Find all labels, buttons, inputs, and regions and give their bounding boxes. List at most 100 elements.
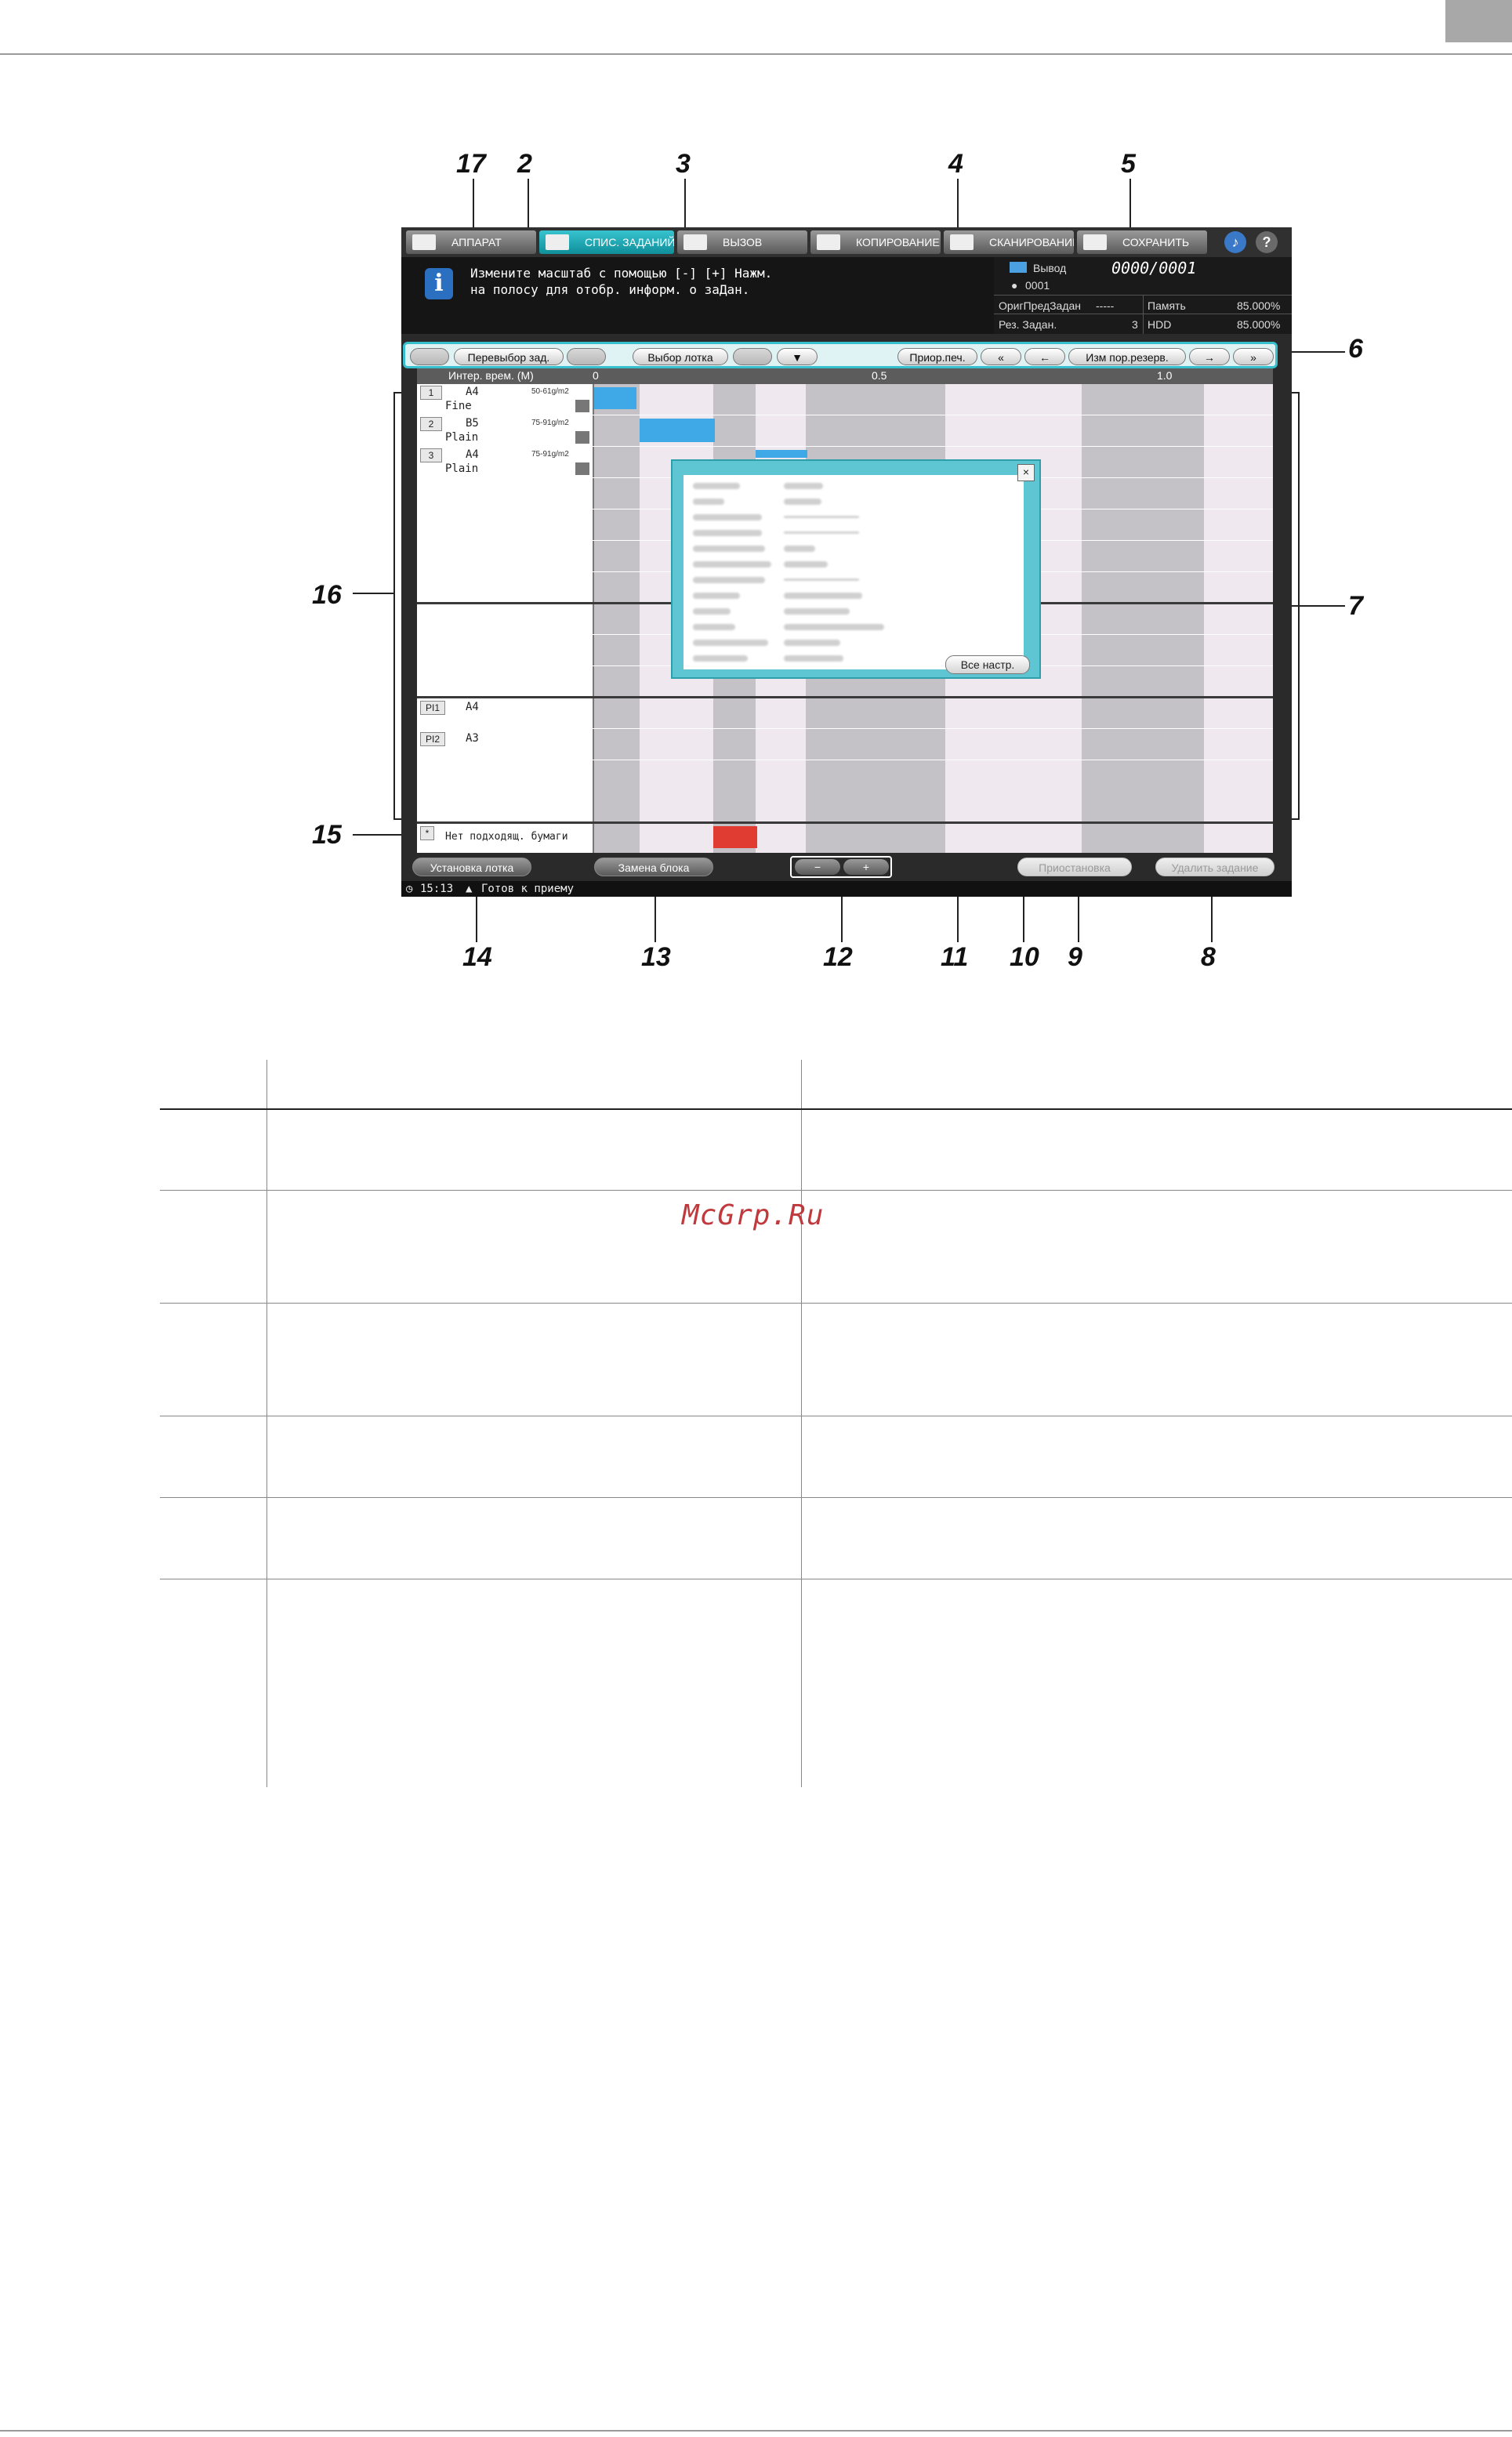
- clock-icon: ◷: [406, 883, 413, 895]
- zoom-in-icon[interactable]: +: [843, 859, 889, 875]
- tray-size: A4: [466, 448, 479, 461]
- blurred-text: [693, 640, 768, 646]
- blurred-text: [784, 499, 821, 505]
- blurred-text: [784, 561, 828, 568]
- zoom-out-icon[interactable]: −: [795, 859, 840, 875]
- pause-button[interactable]: Приостановка: [1017, 858, 1132, 876]
- orig-label: ОригПредЗадан: [999, 299, 1082, 312]
- orig-value: -----: [1096, 299, 1115, 312]
- blurred-text: [693, 483, 740, 489]
- machine-icon: [412, 234, 436, 250]
- tray-size: B5: [466, 417, 479, 430]
- disabled-button[interactable]: [410, 348, 449, 365]
- no-paper-row[interactable]: * Нет подходящ. бумаги: [417, 825, 593, 851]
- down-arrow-icon[interactable]: ▼: [777, 348, 818, 365]
- zoom-controls: − +: [790, 856, 892, 878]
- callout-13: 13: [641, 942, 671, 972]
- no-paper-mark: *: [420, 826, 434, 840]
- callout-10: 10: [1010, 942, 1039, 972]
- bracket-16: [393, 392, 395, 820]
- table-header-rule: [160, 1108, 1512, 1110]
- left-arrow-icon[interactable]: ←: [1024, 348, 1065, 365]
- callout-8: 8: [1201, 942, 1216, 972]
- job-bar[interactable]: [594, 387, 636, 409]
- all-settings-button[interactable]: Все настр.: [945, 655, 1030, 674]
- tray-row[interactable]: 1 A4 50-61g/m2 Fine: [417, 384, 593, 414]
- last-arrow-icon[interactable]: »: [1233, 348, 1274, 365]
- disabled-button[interactable]: [567, 348, 606, 365]
- status-panel: Вывод 0000/0001 ● 0001 ОригПредЗадан ---…: [994, 257, 1292, 334]
- help-icon[interactable]: ?: [1256, 231, 1278, 253]
- time-axis-label: Интер. врем. (M): [448, 369, 534, 382]
- tab-copy[interactable]: КОПИРОВАНИЕ: [810, 230, 941, 254]
- tab-save[interactable]: СОХРАНИТЬ: [1077, 230, 1207, 254]
- reselect-job-button[interactable]: Перевыбор зад.: [454, 348, 564, 365]
- group-divider: [417, 821, 1273, 824]
- tray-size: A3: [466, 732, 479, 745]
- blurred-text: [784, 546, 815, 552]
- callout-14: 14: [462, 942, 492, 972]
- change-order-button[interactable]: Изм пор.резерв.: [1068, 348, 1186, 365]
- output-label: Вывод: [1033, 262, 1067, 274]
- tab-machine[interactable]: АППАРАТ: [406, 230, 536, 254]
- tray-row[interactable]: 3 A4 75-91g/m2 Plain: [417, 447, 593, 477]
- blurred-text: [693, 546, 765, 552]
- print-priority-button[interactable]: Приор.печ.: [897, 348, 977, 365]
- paper-color-swatch: [575, 400, 589, 412]
- blurred-text: [784, 516, 859, 518]
- tab-job-list[interactable]: СПИС. ЗАДАНИЙ: [539, 230, 674, 254]
- job-bar[interactable]: [756, 450, 807, 458]
- blurred-text: [693, 593, 740, 599]
- reserved-value: 3: [1132, 318, 1138, 331]
- list-icon: [546, 234, 569, 250]
- memory-label: Память: [1148, 299, 1186, 312]
- tray-number: 1: [420, 386, 442, 400]
- grid-header: Интер. врем. (M) 0 0.5 1.0: [417, 368, 1273, 384]
- error-job-bar[interactable]: [713, 826, 757, 848]
- replace-block-button[interactable]: Замена блока: [594, 858, 713, 876]
- right-arrow-icon[interactable]: →: [1189, 348, 1230, 365]
- row-line: [417, 728, 1273, 729]
- tab-label: СОХРАНИТЬ: [1122, 236, 1190, 248]
- table-col-line: [801, 1060, 802, 1787]
- save-icon: [1083, 234, 1107, 250]
- pi-tray-row[interactable]: PI1 A4: [417, 699, 593, 727]
- tab-recall[interactable]: ВЫЗОВ: [677, 230, 807, 254]
- grid-band: [594, 384, 640, 853]
- blurred-text: [693, 561, 771, 568]
- job-bar[interactable]: [640, 419, 715, 442]
- delete-job-button[interactable]: Удалить задание: [1155, 858, 1275, 876]
- tray-select-button[interactable]: Выбор лотка: [633, 348, 728, 365]
- tab-label: СПИС. ЗАДАНИЙ: [585, 236, 674, 248]
- disabled-button[interactable]: [733, 348, 772, 365]
- message-text: Измените масштаб с помощью [-] [+] Нажм.…: [470, 266, 773, 297]
- tray-setting-button[interactable]: Установка лотка: [412, 858, 531, 876]
- blurred-text: [784, 624, 884, 630]
- tray-row[interactable]: 2 B5 75-91g/m2 Plain: [417, 415, 593, 445]
- blurred-text: [693, 499, 724, 505]
- bottom-bar: Установка лотка Замена блока − + Приоста…: [401, 853, 1292, 881]
- callout-12: 12: [823, 942, 853, 972]
- user-icon: ●: [1011, 279, 1018, 292]
- device-screen: АППАРАТ СПИС. ЗАДАНИЙ ВЫЗОВ КОПИРОВАНИЕ …: [401, 227, 1292, 897]
- column-divider: [593, 384, 594, 853]
- blurred-text: [784, 640, 840, 646]
- popup-content: Все настр.: [683, 475, 1030, 674]
- close-icon[interactable]: ×: [1017, 464, 1035, 481]
- leader-7: [1282, 605, 1345, 607]
- tab-scan[interactable]: СКАНИРОВАНИЕ: [944, 230, 1074, 254]
- watermark: McGrp.Ru: [682, 1199, 825, 1231]
- tab-bar: АППАРАТ СПИС. ЗАДАНИЙ ВЫЗОВ КОПИРОВАНИЕ …: [401, 227, 1292, 257]
- scale-tick: 0: [593, 369, 599, 382]
- first-arrow-icon[interactable]: «: [981, 348, 1021, 365]
- tray-size: A4: [466, 701, 479, 713]
- tray-number: 3: [420, 448, 442, 462]
- tab-label: СКАНИРОВАНИЕ: [989, 236, 1074, 248]
- page-corner-block: [1445, 0, 1512, 42]
- blurred-text: [784, 593, 862, 599]
- blurred-text: [693, 577, 765, 583]
- callout-11: 11: [941, 942, 969, 972]
- sound-icon[interactable]: ♪: [1224, 231, 1246, 253]
- pi-tray-row[interactable]: PI2 A3: [417, 731, 593, 759]
- callout-6: 6: [1348, 334, 1363, 364]
